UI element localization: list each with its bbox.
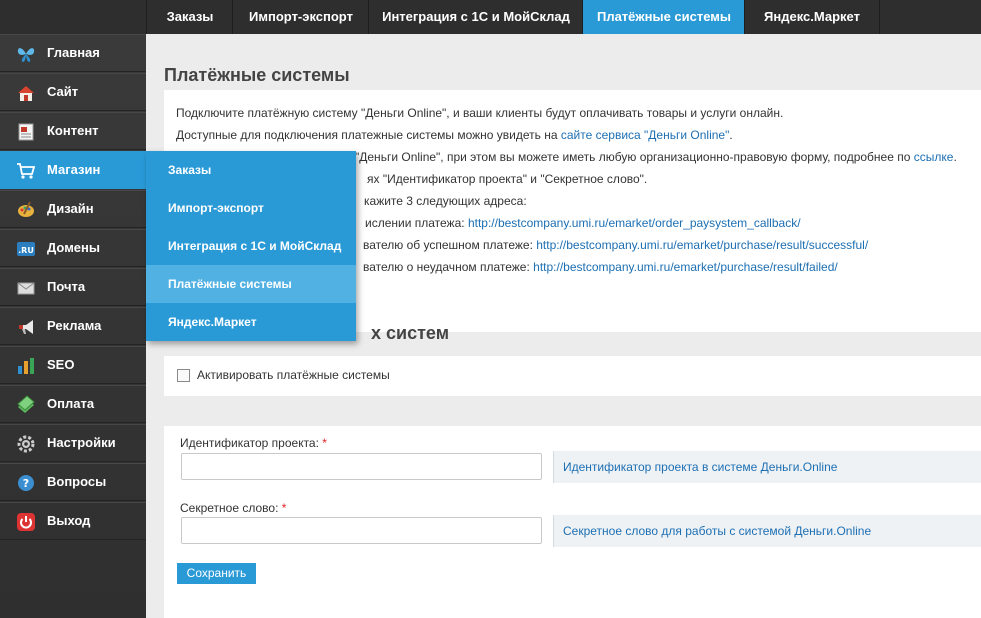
money-icon: [16, 395, 36, 415]
sidebar-item-label: Главная: [47, 45, 100, 60]
info-text: "Деньги Online", при этом вы можете имет…: [355, 150, 914, 164]
required-mark: *: [281, 501, 287, 515]
tab-yandex-market[interactable]: Яндекс.Маркет: [744, 0, 880, 34]
gear-icon: [16, 434, 36, 454]
power-icon: [16, 512, 36, 532]
info-text: .: [729, 128, 733, 142]
success-url-link[interactable]: http://bestcompany.umi.ru/emarket/purcha…: [536, 238, 868, 252]
sidebar-item-label: Сайт: [47, 84, 79, 99]
dropdown-item-yandex-market[interactable]: Яндекс.Маркет: [146, 303, 356, 341]
sidebar-item-label: Оплата: [47, 396, 95, 411]
home-icon: [16, 83, 36, 103]
callback-url-link[interactable]: http://bestcompany.umi.ru/emarket/order_…: [468, 216, 801, 230]
section-title: х систем: [371, 323, 450, 343]
required-mark: *: [322, 436, 327, 450]
sidebar-item-shop[interactable]: Магазин: [0, 151, 146, 189]
info-text: вателю о неудачном платеже:: [363, 260, 534, 274]
sidebar-item-settings[interactable]: Настройки: [0, 424, 146, 462]
tab-payment-systems[interactable]: Платёжные системы: [582, 0, 745, 34]
save-button[interactable]: Сохранить: [177, 563, 256, 584]
failed-url-link[interactable]: http://bestcompany.umi.ru/emarket/purcha…: [533, 260, 838, 274]
secret-hint: Секретное слово для работы с системой Де…: [553, 515, 981, 547]
sidebar-item-label: Домены: [47, 240, 100, 255]
sidebar-item-seo[interactable]: SEO: [0, 346, 146, 384]
svg-text:?: ?: [23, 477, 29, 490]
sidebar-item-content[interactable]: Контент: [0, 112, 146, 150]
info-line-7: вателю об успешном платеже: http://bestc…: [363, 238, 868, 252]
info-text: .: [953, 150, 957, 164]
shop-dropdown-menu: Заказы Импорт-экспорт Интеграция с 1С и …: [146, 151, 356, 341]
info-line-5: кажите 3 следующих адреса:: [364, 194, 527, 208]
settings-form: Идентификатор проекта: * Идентификатор п…: [164, 426, 981, 618]
sidebar-item-label: Выход: [47, 513, 91, 528]
sidebar-item-site[interactable]: Сайт: [0, 73, 146, 111]
cart-icon: [16, 161, 36, 181]
activate-panel: Активировать платёжные системы: [164, 356, 981, 396]
sidebar-item-label: Дизайн: [47, 201, 94, 216]
bar-chart-icon: [16, 356, 36, 376]
butterfly-icon: [16, 44, 36, 64]
palette-icon: [16, 200, 36, 220]
top-navigation: Заказы Импорт-экспорт Интеграция с 1С и …: [0, 0, 981, 34]
tab-import-export[interactable]: Импорт-экспорт: [232, 0, 369, 34]
domain-ru-icon: .RU: [16, 239, 36, 259]
sidebar-item-domains[interactable]: .RU Домены: [0, 229, 146, 267]
info-line-6: ислении платежа: http://bestcompany.umi.…: [365, 216, 801, 230]
info-line-3: "Деньги Online", при этом вы можете имет…: [355, 150, 957, 164]
info-line-2: Доступные для подключения платежные сист…: [176, 128, 733, 142]
sidebar-item-ads[interactable]: Реклама: [0, 307, 146, 345]
sidebar-item-label: Контент: [47, 123, 99, 138]
sidebar-item-design[interactable]: Дизайн: [0, 190, 146, 228]
sidebar-item-label: SEO: [47, 357, 75, 372]
sidebar-item-label: Настройки: [47, 435, 116, 450]
info-text: Доступные для подключения платежные сист…: [176, 128, 561, 142]
sidebar-item-logout[interactable]: Выход: [0, 502, 146, 540]
details-link[interactable]: ссылке: [914, 150, 954, 164]
document-icon: [16, 122, 36, 142]
label-text: Секретное слово:: [180, 501, 279, 515]
tab-1c-integration[interactable]: Интеграция с 1С и МойСклад: [368, 0, 583, 34]
secret-label: Секретное слово: *: [180, 501, 286, 515]
label-text: Идентификатор проекта:: [180, 436, 319, 450]
dropdown-item-orders[interactable]: Заказы: [146, 151, 356, 189]
sidebar-item-label: Почта: [47, 279, 86, 294]
megaphone-icon: [16, 317, 36, 337]
info-line-1: Подключите платёжную систему "Деньги Onl…: [176, 106, 784, 120]
page-title: Платёжные системы: [164, 65, 350, 85]
svg-text:.RU: .RU: [18, 246, 34, 255]
service-site-link[interactable]: сайте сервиса "Деньги Online": [561, 128, 729, 142]
info-line-4: ях "Идентификатор проекта" и "Секретное …: [367, 172, 648, 186]
mail-icon: [16, 278, 36, 298]
question-icon: ?: [16, 473, 36, 493]
info-text: ислении платежа:: [365, 216, 468, 230]
sidebar-item-payment[interactable]: Оплата: [0, 385, 146, 423]
sidebar-item-label: Вопросы: [47, 474, 107, 489]
sidebar-item-label: Магазин: [47, 162, 101, 177]
sidebar-item-label: Реклама: [47, 318, 102, 333]
sidebar-item-home[interactable]: Главная: [0, 34, 146, 72]
sidebar-item-mail[interactable]: Почта: [0, 268, 146, 306]
activate-checkbox[interactable]: [177, 369, 190, 382]
sidebar: Главная Сайт Контент Магазин Дизайн .RU …: [0, 34, 146, 618]
secret-input[interactable]: [181, 517, 542, 544]
activate-label[interactable]: Активировать платёжные системы: [197, 368, 390, 382]
sidebar-item-questions[interactable]: ? Вопросы: [0, 463, 146, 501]
dropdown-item-import-export[interactable]: Импорт-экспорт: [146, 189, 356, 227]
dropdown-item-1c-integration[interactable]: Интеграция с 1С и МойСклад: [146, 227, 356, 265]
info-text: вателю об успешном платеже:: [363, 238, 537, 252]
project-id-input[interactable]: [181, 453, 542, 480]
project-id-label: Идентификатор проекта: *: [180, 436, 327, 450]
project-id-hint: Идентификатор проекта в системе Деньги.O…: [553, 451, 981, 483]
info-line-8: вателю о неудачном платеже: http://bestc…: [363, 260, 838, 274]
tab-orders[interactable]: Заказы: [146, 0, 233, 34]
dropdown-item-payment-systems[interactable]: Платёжные системы: [146, 265, 356, 303]
